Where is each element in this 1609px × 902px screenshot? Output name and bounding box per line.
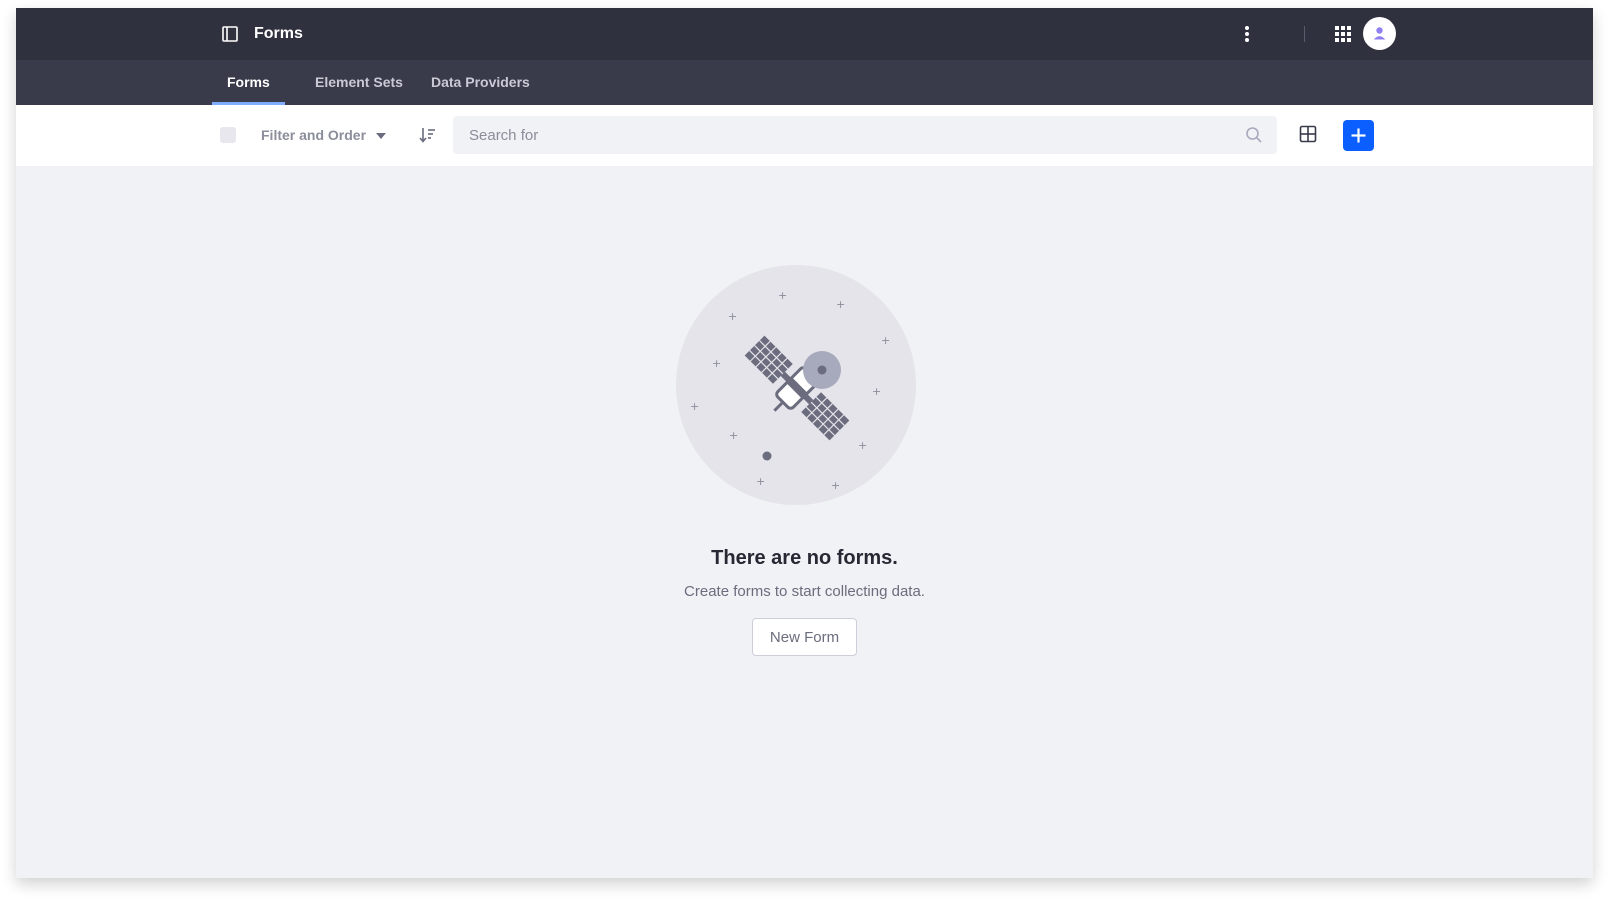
svg-text:+: + (690, 400, 699, 413)
filter-and-order-label: Filter and Order (261, 127, 367, 143)
svg-text:+: + (858, 439, 867, 452)
more-vertical-icon[interactable] (1241, 22, 1253, 46)
empty-state-description: Create forms to start collecting data. (684, 583, 925, 600)
management-toolbar: Filter and Order (16, 105, 1593, 166)
svg-text:+: + (729, 429, 738, 442)
empty-state: +++ +++ +++ +++ + (16, 166, 1593, 878)
apps-grid-icon[interactable] (1334, 25, 1352, 43)
svg-text:+: + (712, 357, 721, 370)
search-icon[interactable] (1245, 126, 1263, 144)
new-form-button[interactable]: New Form (752, 618, 857, 656)
svg-text:+: + (831, 479, 840, 492)
svg-text:+: + (836, 298, 845, 311)
top-navigation-bar: Forms (16, 8, 1593, 60)
user-icon (1373, 27, 1386, 40)
svg-text:+: + (881, 334, 890, 347)
sort-order-icon[interactable] (418, 125, 438, 145)
cards-view-icon[interactable] (1298, 124, 1318, 144)
svg-text:+: + (872, 385, 881, 398)
search-box (453, 116, 1277, 154)
empty-state-title: There are no forms. (711, 547, 898, 569)
sidebar-panel-icon[interactable] (220, 24, 240, 44)
add-button[interactable] (1343, 120, 1374, 151)
tab-data-providers[interactable]: Data Providers (416, 60, 545, 105)
svg-text:+: + (756, 475, 765, 488)
tabs-bar: Forms Element Sets Data Providers (16, 60, 1593, 105)
tab-element-sets[interactable]: Element Sets (300, 60, 418, 105)
user-avatar[interactable] (1363, 17, 1396, 50)
caret-down-icon (376, 133, 387, 140)
svg-text:+: + (728, 310, 737, 323)
plus-icon (1351, 128, 1366, 143)
tab-forms[interactable]: Forms (212, 60, 285, 105)
search-input[interactable] (453, 116, 1277, 154)
header-divider (1304, 26, 1305, 42)
app-window: Forms Forms Element Sets Data Providers … (16, 8, 1593, 878)
satellite-illustration: +++ +++ +++ +++ + (676, 265, 916, 505)
filter-and-order-dropdown[interactable]: Filter and Order (261, 124, 387, 146)
select-all-checkbox[interactable] (220, 127, 236, 143)
svg-text:+: + (778, 289, 787, 302)
app-title: Forms (254, 25, 303, 42)
